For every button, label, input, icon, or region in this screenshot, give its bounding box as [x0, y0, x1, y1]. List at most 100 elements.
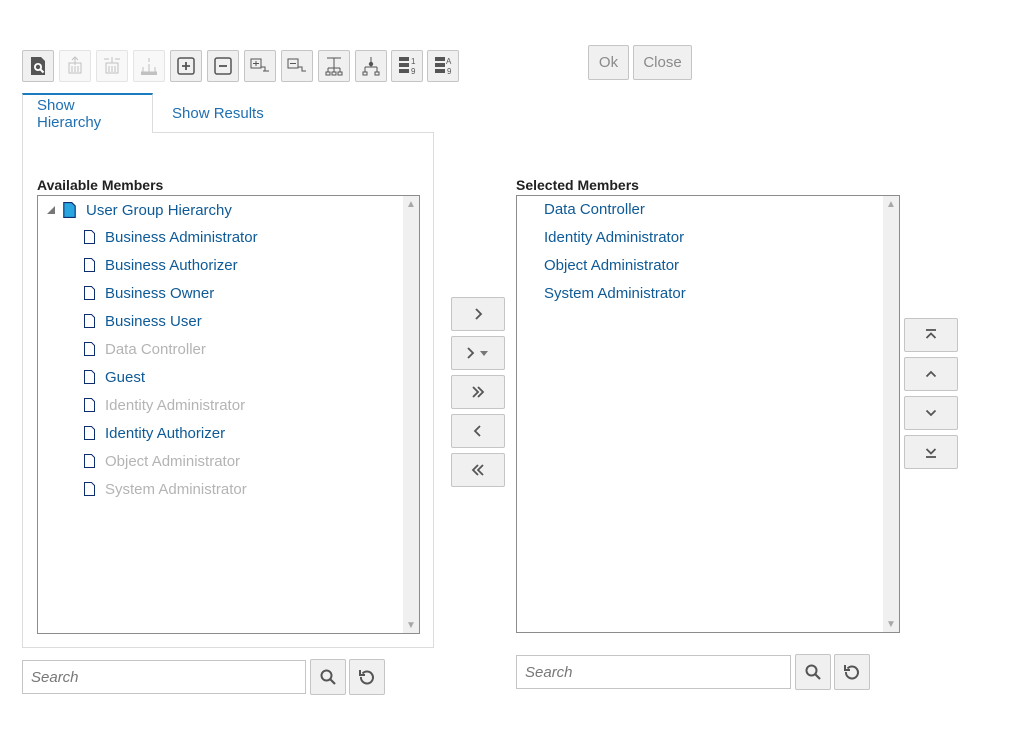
scroll-down-icon[interactable]: ▼ — [883, 616, 899, 632]
expand-plus-icon — [177, 57, 195, 75]
collapse-triangle-icon[interactable] — [46, 205, 56, 215]
svg-text:1: 1 — [411, 57, 416, 66]
document-icon — [84, 398, 95, 412]
selected-search-button[interactable] — [795, 654, 831, 690]
svg-text:9: 9 — [411, 67, 416, 76]
document-icon — [84, 258, 95, 272]
sort-numeric-button[interactable]: 19 — [391, 50, 423, 82]
tree-item[interactable]: Business User — [84, 309, 202, 333]
selected-item[interactable]: System Administrator — [544, 281, 686, 305]
move-all-left-icon — [471, 464, 484, 476]
tree-root-label: User Group Hierarchy — [86, 201, 232, 219]
tree-item-label: Business Administrator — [105, 228, 258, 246]
search-icon — [320, 669, 336, 685]
move-right-options-button[interactable] — [451, 336, 505, 370]
tree-item-label: Business Owner — [105, 284, 215, 302]
document-icon — [84, 454, 95, 468]
collapse-minus-icon — [214, 57, 232, 75]
move-down-button[interactable] — [904, 396, 958, 430]
tree-item-label: Business Authorizer — [105, 256, 238, 274]
tree-item[interactable]: Business Owner — [84, 281, 214, 305]
svg-text:9: 9 — [447, 67, 452, 76]
document-icon — [84, 342, 95, 356]
hierarchy-view-button[interactable] — [318, 50, 350, 82]
move-to-bottom-button[interactable] — [904, 435, 958, 469]
collapse-button[interactable] — [207, 50, 239, 82]
tree-item-label: Data Controller — [105, 340, 206, 358]
tree-item[interactable]: Business Authorizer — [84, 253, 238, 277]
available-search-input[interactable] — [22, 660, 306, 694]
tree-item-label: Identity Administrator — [105, 396, 246, 414]
available-members-title: Available Members — [37, 177, 164, 193]
selected-item[interactable]: Object Administrator — [544, 253, 679, 277]
tree-item-label: Object Administrator — [105, 452, 241, 470]
scroll-up-icon[interactable]: ▲ — [883, 196, 899, 212]
ok-button[interactable]: Ok — [588, 45, 629, 80]
expand-all-button[interactable] — [244, 50, 276, 82]
move-up-button[interactable] — [904, 357, 958, 391]
svg-text:A: A — [446, 57, 452, 66]
document-icon — [84, 286, 95, 300]
select-children-button[interactable] — [133, 50, 165, 82]
move-right-icon — [475, 308, 483, 320]
selected-search-input[interactable] — [516, 655, 791, 689]
move-down-level-icon — [104, 57, 120, 74]
tab-show-hierarchy[interactable]: Show Hierarchy — [22, 93, 153, 133]
expand-button[interactable] — [170, 50, 202, 82]
move-to-top-button[interactable] — [904, 318, 958, 352]
document-icon — [84, 230, 95, 244]
scroll-up-icon[interactable]: ▲ — [403, 196, 419, 212]
selected-members-title: Selected Members — [516, 177, 639, 193]
hierarchy-tree-button[interactable] — [355, 50, 387, 82]
tab-show-results[interactable]: Show Results — [158, 93, 278, 133]
select-children-icon — [141, 58, 157, 75]
selected-scrollbar[interactable]: ▲ ▼ — [883, 196, 899, 632]
move-all-right-button[interactable] — [451, 375, 505, 409]
available-scrollbar[interactable]: ▲ ▼ — [403, 196, 419, 633]
move-all-left-button[interactable] — [451, 453, 505, 487]
available-members-list[interactable]: ▲ ▼ User Group Hierarchy Business Admini… — [37, 195, 420, 634]
tree-item[interactable]: Identity Administrator — [84, 393, 245, 417]
reset-icon — [359, 670, 374, 685]
move-left-icon — [473, 425, 481, 437]
folder-document-icon — [63, 202, 76, 218]
sort-alpha-icon: A9 — [435, 57, 452, 76]
tree-item-label: Guest — [105, 368, 146, 386]
selected-reset-button[interactable] — [834, 654, 870, 690]
selected-members-list[interactable]: ▲ ▼ Data Controller Identity Administrat… — [516, 195, 900, 633]
search-document-button[interactable] — [22, 50, 54, 82]
move-down-icon — [925, 409, 937, 417]
search-document-icon — [31, 57, 45, 75]
selected-item[interactable]: Identity Administrator — [544, 225, 684, 249]
move-right-options-icon — [467, 347, 488, 359]
available-reset-button[interactable] — [349, 659, 385, 695]
tree-item[interactable]: Identity Authorizer — [84, 421, 225, 445]
collapse-all-button[interactable] — [281, 50, 313, 82]
sort-alpha-button[interactable]: A9 — [427, 50, 459, 82]
document-icon — [84, 370, 95, 384]
tree-item[interactable]: Business Administrator — [84, 225, 258, 249]
sort-numeric-icon: 19 — [399, 57, 416, 76]
move-left-button[interactable] — [451, 414, 505, 448]
tree-item[interactable]: Data Controller — [84, 337, 206, 361]
move-up-level-button[interactable] — [59, 50, 91, 82]
tree-item[interactable]: System Administrator — [84, 477, 247, 501]
move-to-top-icon — [925, 329, 937, 339]
reset-icon — [844, 665, 859, 680]
tree-root[interactable]: User Group Hierarchy — [46, 198, 232, 222]
selected-item[interactable]: Data Controller — [544, 197, 645, 221]
hierarchy-tree-icon — [362, 57, 380, 76]
scroll-down-icon[interactable]: ▼ — [403, 617, 419, 633]
move-down-level-button[interactable] — [96, 50, 128, 82]
move-right-button[interactable] — [451, 297, 505, 331]
hierarchy-view-icon — [325, 57, 343, 76]
tree-item[interactable]: Object Administrator — [84, 449, 240, 473]
move-up-level-icon — [68, 56, 82, 74]
available-search-button[interactable] — [310, 659, 346, 695]
move-up-icon — [925, 370, 937, 378]
move-all-right-icon — [472, 386, 485, 398]
close-button[interactable]: Close — [633, 45, 692, 80]
tree-item[interactable]: Guest — [84, 365, 145, 389]
tree-item-label: System Administrator — [105, 480, 247, 498]
expand-all-icon — [250, 58, 269, 72]
